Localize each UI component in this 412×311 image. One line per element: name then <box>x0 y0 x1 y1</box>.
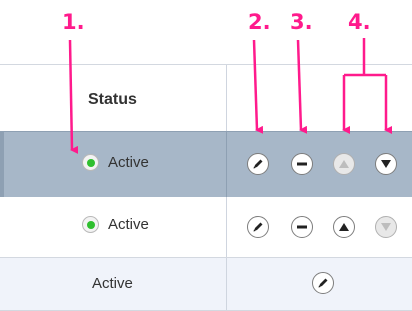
arrow-4-bracket <box>344 38 386 77</box>
arrow-2 <box>252 39 264 134</box>
arrow-3 <box>296 39 308 134</box>
annotation-arrows <box>68 38 392 154</box>
arrow-1 <box>68 39 79 154</box>
